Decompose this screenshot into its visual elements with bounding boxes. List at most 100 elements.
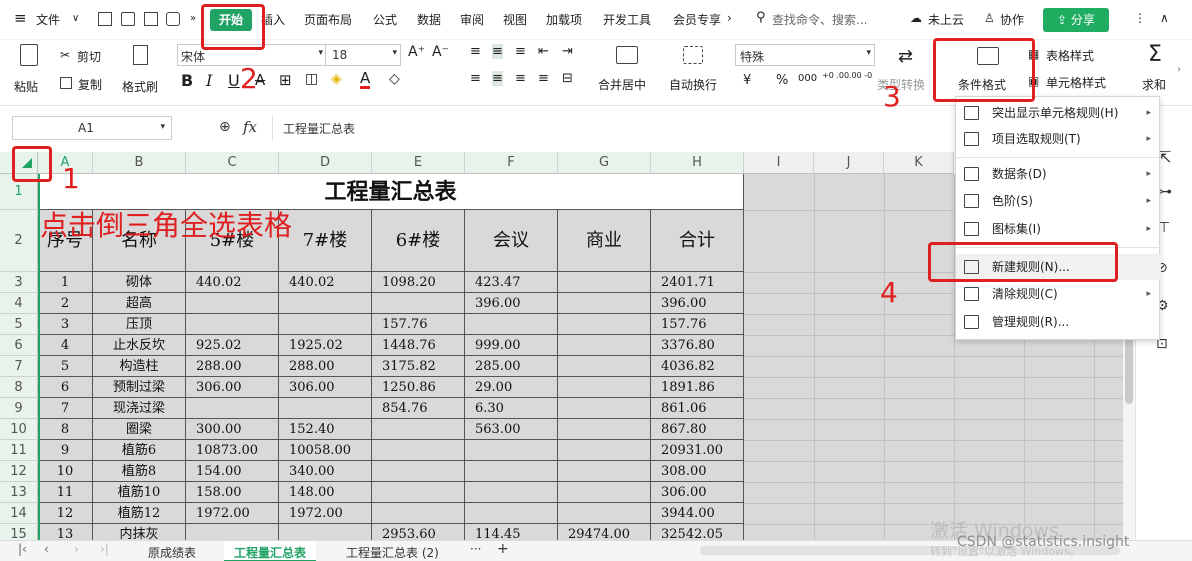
table-header-cell[interactable]: 6#楼 <box>372 210 465 272</box>
currency-button[interactable]: ¥ <box>743 73 751 88</box>
table-cell[interactable]: 预制过梁 <box>93 377 186 398</box>
column-header[interactable]: D <box>279 152 372 174</box>
table-cell[interactable] <box>465 440 558 461</box>
more-sheets-button[interactable]: ··· <box>470 542 481 556</box>
table-header-cell[interactable]: 商业 <box>558 210 651 272</box>
row-header[interactable]: 8 <box>0 377 38 398</box>
table-cell[interactable] <box>279 398 372 419</box>
chevron-down-icon[interactable]: ∨ <box>72 13 79 24</box>
table-cell[interactable] <box>558 503 651 524</box>
paste-button[interactable]: 粘贴 <box>14 78 38 95</box>
column-header[interactable]: J <box>814 152 884 174</box>
table-cell[interactable]: 306.00 <box>651 482 744 503</box>
share-button[interactable]: ⇪ 分享 <box>1043 8 1109 32</box>
tab-developer[interactable]: 开发工具 <box>603 11 651 28</box>
sum-button[interactable]: 求和 <box>1142 76 1166 93</box>
row-header[interactable]: 12 <box>0 461 38 482</box>
table-cell[interactable]: 306.00 <box>279 377 372 398</box>
table-cell[interactable]: 288.00 <box>279 356 372 377</box>
last-sheet-icon[interactable]: ›| <box>100 542 109 556</box>
copy-button[interactable]: 复制 <box>78 76 102 93</box>
table-cell[interactable]: 861.06 <box>651 398 744 419</box>
sheet-tab-summary[interactable]: 工程量汇总表 <box>224 541 317 561</box>
table-cell[interactable]: 3175.82 <box>372 356 465 377</box>
table-cell[interactable] <box>558 419 651 440</box>
table-cell[interactable]: 1448.76 <box>372 335 465 356</box>
name-box[interactable]: A1 ▾ <box>12 116 172 140</box>
zoom-formula-icon[interactable]: ⊕ <box>219 119 231 135</box>
row-header[interactable]: 14 <box>0 503 38 524</box>
table-header-cell[interactable]: 合计 <box>651 210 744 272</box>
tab-view[interactable]: 视图 <box>503 11 527 28</box>
table-cell[interactable]: 3376.80 <box>651 335 744 356</box>
table-cell[interactable]: 止水反坎 <box>93 335 186 356</box>
file-menu[interactable]: 文件 <box>36 11 60 28</box>
table-cell[interactable] <box>186 293 279 314</box>
table-cell[interactable]: 288.00 <box>186 356 279 377</box>
search-input[interactable]: 查找命令、搜索... <box>772 11 867 28</box>
row-header[interactable]: 3 <box>0 272 38 293</box>
cell-style-button[interactable]: 单元格样式 <box>1046 74 1106 91</box>
print-preview-icon[interactable] <box>166 12 180 26</box>
table-header-cell[interactable]: 会议 <box>465 210 558 272</box>
table-cell[interactable]: 超高 <box>93 293 186 314</box>
row-header[interactable]: 6 <box>0 335 38 356</box>
table-cell[interactable] <box>186 398 279 419</box>
table-cell[interactable]: 423.47 <box>465 272 558 293</box>
export-icon[interactable] <box>121 12 135 26</box>
table-cell[interactable]: 925.02 <box>186 335 279 356</box>
sheet-tab-summary-2[interactable]: 工程量汇总表 (2) <box>346 544 439 561</box>
number-format-select[interactable]: 特殊 ▾ <box>735 44 875 66</box>
table-cell[interactable]: 植筋10 <box>93 482 186 503</box>
table-cell[interactable]: 306.00 <box>186 377 279 398</box>
table-cell[interactable]: 396.00 <box>465 293 558 314</box>
table-cell[interactable]: 2401.71 <box>651 272 744 293</box>
border-icon[interactable]: ⊞ <box>279 71 292 89</box>
row-header[interactable]: 10 <box>0 419 38 440</box>
increase-font-icon[interactable]: A⁺ <box>408 44 425 60</box>
table-cell[interactable] <box>558 335 651 356</box>
column-header[interactable]: I <box>744 152 814 174</box>
table-cell[interactable]: 现浇过梁 <box>93 398 186 419</box>
table-cell[interactable] <box>372 482 465 503</box>
column-header[interactable]: E <box>372 152 465 174</box>
table-cell[interactable] <box>558 377 651 398</box>
table-cell[interactable]: 10873.00 <box>186 440 279 461</box>
print-icon[interactable] <box>144 12 158 26</box>
table-cell[interactable] <box>279 524 372 540</box>
menu-item-highlight-rules[interactable]: 突出显示单元格规则(H) ▸ <box>956 100 1161 126</box>
menu-item-data-bars[interactable]: 数据条(D) ▸ <box>956 161 1161 187</box>
fill-shape-icon[interactable]: ◫ <box>305 71 318 87</box>
ribbon-scroll-right-icon[interactable]: › <box>1177 64 1181 75</box>
hamburger-icon[interactable]: ≡ <box>14 9 27 27</box>
tab-addins[interactable]: 加载项 <box>546 11 582 28</box>
table-cell[interactable] <box>465 461 558 482</box>
table-cell[interactable] <box>372 503 465 524</box>
align-middle-icon[interactable]: ≡ <box>492 44 503 59</box>
table-cell[interactable] <box>372 461 465 482</box>
first-sheet-icon[interactable]: |‹ <box>18 542 27 556</box>
table-cell[interactable]: 285.00 <box>465 356 558 377</box>
save-icon[interactable] <box>98 12 112 26</box>
table-cell[interactable]: 植筋8 <box>93 461 186 482</box>
table-cell[interactable]: 152.40 <box>279 419 372 440</box>
cut-button[interactable]: 剪切 <box>77 48 101 65</box>
table-cell[interactable] <box>279 314 372 335</box>
column-header[interactable]: F <box>465 152 558 174</box>
menu-item-icon-sets[interactable]: 图标集(I) ▸ <box>956 216 1161 242</box>
table-cell[interactable]: 440.02 <box>279 272 372 293</box>
table-cell[interactable]: 1925.02 <box>279 335 372 356</box>
align-left-icon[interactable]: ≡ <box>470 71 481 86</box>
table-cell[interactable]: 1250.86 <box>372 377 465 398</box>
table-cell[interactable] <box>558 482 651 503</box>
table-cell[interactable]: 29474.00 <box>558 524 651 540</box>
table-cell[interactable] <box>186 524 279 540</box>
table-cell[interactable]: 植筋12 <box>93 503 186 524</box>
table-style-button[interactable]: 表格样式 <box>1046 47 1094 64</box>
align-bottom-icon[interactable]: ≡ <box>515 44 526 59</box>
row-header[interactable]: 15 <box>0 524 38 540</box>
table-cell[interactable]: 13 <box>38 524 93 540</box>
table-cell[interactable]: 563.00 <box>465 419 558 440</box>
table-cell[interactable]: 20931.00 <box>651 440 744 461</box>
table-cell[interactable] <box>558 293 651 314</box>
